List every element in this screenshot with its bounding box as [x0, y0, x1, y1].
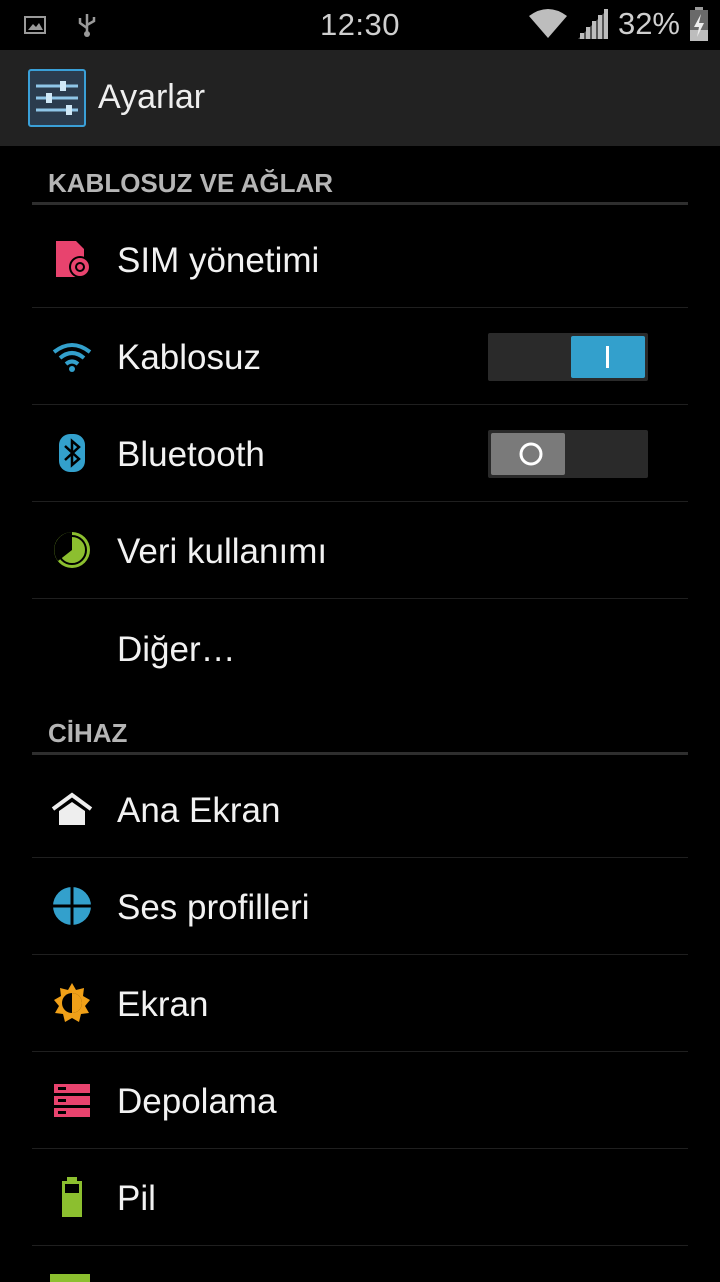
- section-title-device: CİHAZ: [48, 718, 128, 748]
- settings-item-storage[interactable]: Depolama: [32, 1052, 688, 1149]
- toggle-knob: [571, 336, 645, 378]
- settings-sliders-icon[interactable]: [28, 69, 86, 127]
- wifi-signal-icon: [528, 9, 567, 38]
- settings-item-sound-profiles[interactable]: Ses profilleri: [32, 858, 688, 955]
- status-bar: 12:30 32%: [0, 0, 720, 50]
- storage-icon: [54, 1084, 90, 1117]
- settings-item-label: Veri kullanımı: [117, 532, 328, 571]
- settings-item-label: Ekran: [117, 985, 209, 1024]
- data-usage-icon: [54, 532, 90, 568]
- settings-item-label: Ses profilleri: [117, 888, 310, 927]
- section-title-wireless: KABLOSUZ VE AĞLAR: [48, 168, 334, 198]
- section-header-wireless: KABLOSUZ VE AĞLAR: [32, 152, 688, 205]
- section-header-device: CİHAZ: [32, 702, 688, 755]
- home-icon: [51, 792, 93, 825]
- partial-item-icon: [50, 1274, 90, 1282]
- settings-item-label: Depolama: [117, 1082, 277, 1121]
- settings-item-label: Bluetooth: [117, 435, 265, 474]
- settings-item-label: Pil: [117, 1179, 156, 1218]
- settings-item-battery[interactable]: Pil: [32, 1149, 688, 1246]
- settings-item-home[interactable]: Ana Ekran: [32, 761, 688, 858]
- settings-item-other[interactable]: Diğer…: [32, 599, 688, 695]
- bluetooth-icon: [59, 434, 85, 472]
- bluetooth-toggle[interactable]: [488, 430, 648, 478]
- settings-item-display[interactable]: Ekran: [32, 955, 688, 1052]
- settings-item-label: Kablosuz: [117, 338, 261, 377]
- settings-item-bluetooth[interactable]: Bluetooth: [32, 405, 688, 502]
- sim-card-icon: [56, 241, 91, 278]
- settings-item-partial[interactable]: [32, 1246, 688, 1282]
- sound-profile-icon: [53, 887, 91, 925]
- settings-item-label: Diğer…: [117, 630, 236, 669]
- wifi-toggle[interactable]: [488, 333, 648, 381]
- settings-item-label: SIM yönetimi: [117, 241, 320, 280]
- page-title: Ayarlar: [98, 78, 206, 116]
- settings-item-data-usage[interactable]: Veri kullanımı: [32, 502, 688, 599]
- wifi-icon: [52, 343, 92, 372]
- settings-item-wifi[interactable]: Kablosuz: [32, 308, 688, 405]
- battery-charging-icon: [690, 7, 708, 41]
- action-bar: Ayarlar: [0, 50, 720, 146]
- settings-item-label: Ana Ekran: [117, 791, 281, 830]
- settings-item-sim[interactable]: SIM yönetimi: [32, 211, 688, 308]
- toggle-knob: [491, 433, 565, 475]
- cell-signal-icon: [577, 9, 608, 39]
- brightness-icon: [54, 983, 90, 1022]
- battery-icon: [62, 1177, 82, 1217]
- battery-percent: 32%: [617, 6, 680, 41]
